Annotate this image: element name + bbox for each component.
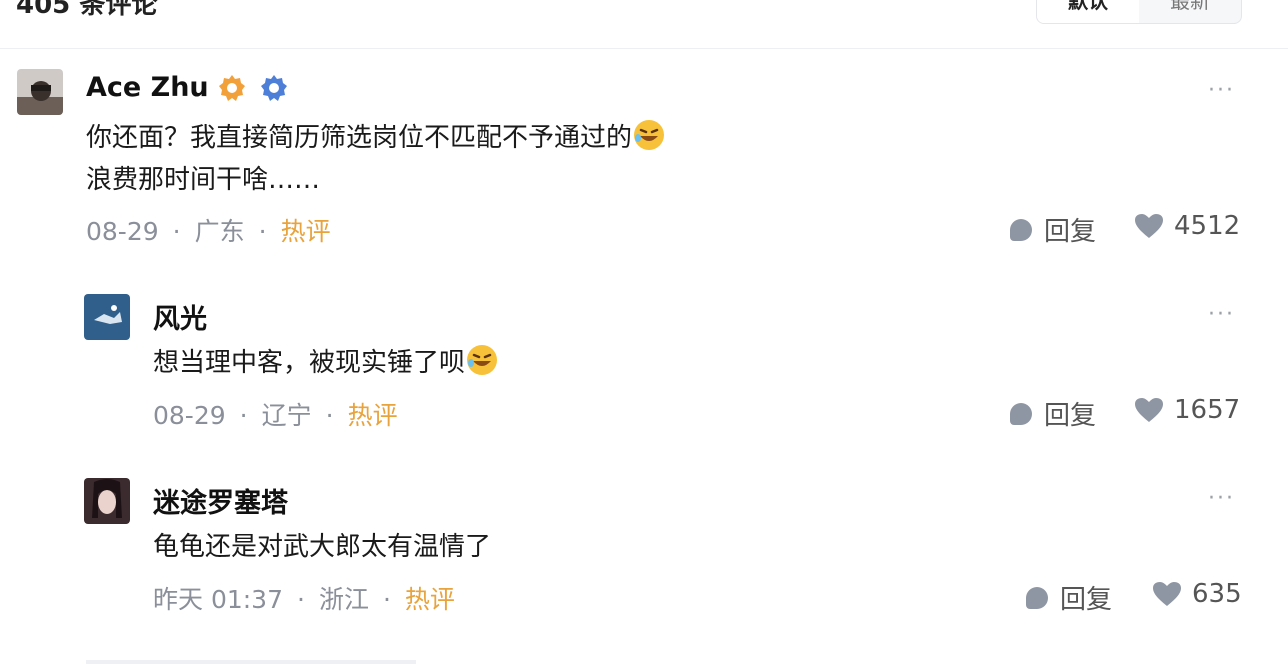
tab-latest[interactable]: 最新: [1139, 0, 1241, 23]
more-options-button[interactable]: ···: [1208, 78, 1235, 103]
comment-text: 你还面？我直接简历筛选岗位不匹配不予通过的: [86, 116, 666, 160]
more-options-button[interactable]: ···: [1208, 302, 1235, 327]
avatar[interactable]: [84, 294, 130, 340]
badge-orange-icon: [219, 75, 245, 101]
reply-label: 回复: [1060, 585, 1113, 615]
comment-date: 昨天 01:37: [153, 585, 283, 614]
comment-date: 08-29: [153, 401, 226, 430]
comment-text: 想当理中客，被现实锤了呗: [153, 341, 499, 385]
reply-button[interactable]: 回复: [1026, 579, 1112, 616]
badge-blue-icon: [261, 75, 287, 101]
comment-bubble-icon: [1010, 218, 1032, 241]
reply-button[interactable]: 回复: [1010, 395, 1096, 432]
sort-tabs: 默认 最新: [1036, 0, 1242, 24]
laugh-emoji-icon: [467, 345, 498, 375]
comment-location: 广东: [194, 217, 245, 246]
comment-meta: 08-29 · 广东 · 热评: [86, 217, 331, 246]
like-button[interactable]: 635: [1152, 579, 1242, 609]
comment-count: 405 条评论: [16, 0, 158, 20]
comment-author[interactable]: Ace Zhu: [86, 72, 209, 103]
comment-text-line: 想当理中客，被现实锤了呗: [153, 348, 466, 378]
like-button[interactable]: 4512: [1134, 211, 1240, 241]
like-button[interactable]: 1657: [1134, 395, 1240, 425]
comment-bubble-icon: [1026, 586, 1048, 609]
hot-tag: 热评: [347, 401, 398, 430]
reply-label: 回复: [1044, 217, 1097, 247]
reply-button[interactable]: 回复: [1010, 211, 1096, 248]
comment-text-line: 你还面？我直接简历筛选岗位不匹配不予通过的: [86, 123, 633, 153]
like-count: 1657: [1174, 395, 1241, 425]
comment-author[interactable]: 迷途罗塞塔: [153, 481, 288, 520]
like-count: 635: [1192, 579, 1242, 609]
like-count: 4512: [1174, 211, 1241, 241]
comment-meta: 昨天 01:37 · 浙江 · 热评: [153, 585, 455, 614]
hot-tag: 热评: [280, 217, 331, 246]
comment-location: 辽宁: [261, 401, 312, 430]
tab-default[interactable]: 默认: [1037, 0, 1139, 23]
heart-icon: [1153, 582, 1181, 606]
comment-header: 405 条评论 默认 最新: [0, 0, 1288, 49]
more-options-button[interactable]: ···: [1208, 486, 1235, 511]
comment-location: 浙江: [318, 585, 369, 614]
comment-meta: 08-29 · 辽宁 · 热评: [153, 401, 398, 430]
reply-label: 回复: [1044, 401, 1097, 431]
comment-text-line: 龟龟还是对武大郎太有温情了: [153, 532, 492, 562]
avatar[interactable]: [84, 478, 130, 524]
avatar[interactable]: [17, 69, 63, 115]
comment-author[interactable]: 风光: [153, 297, 207, 336]
comment-bubble-icon: [1010, 402, 1032, 425]
divider: [86, 660, 416, 664]
heart-icon: [1135, 214, 1163, 238]
comment-text-line: 浪费那时间干啥……: [86, 165, 321, 195]
hot-tag: 热评: [404, 585, 455, 614]
comment-date: 08-29: [86, 217, 159, 246]
heart-icon: [1135, 398, 1163, 422]
laugh-emoji-icon: [634, 120, 665, 150]
